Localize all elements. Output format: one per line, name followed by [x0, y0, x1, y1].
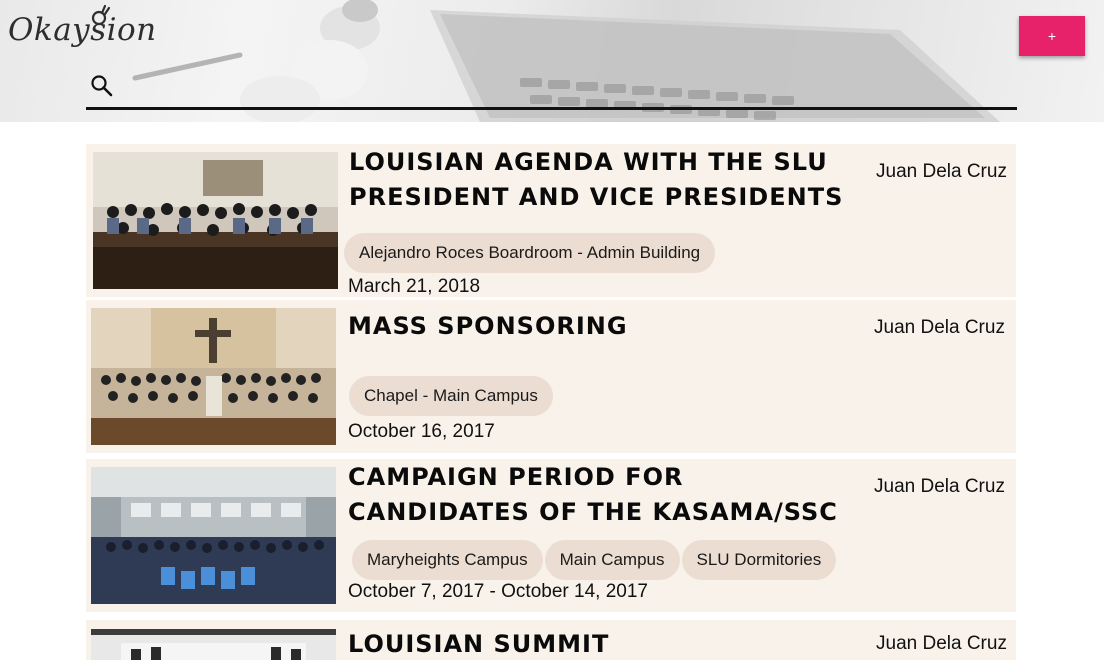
venue-tag[interactable]: Main Campus: [544, 540, 680, 580]
event-date: October 16, 2017: [348, 421, 495, 442]
event-card[interactable]: Campaign Period for Candidates of the KA…: [86, 459, 1016, 612]
event-author: Juan Dela Cruz: [876, 633, 1007, 654]
event-photo: [91, 467, 336, 604]
ok-hand-icon: [91, 4, 111, 26]
event-author: Juan Dela Cruz: [874, 476, 1005, 497]
event-title[interactable]: Louisian Summit: [348, 627, 868, 660]
venue-tag[interactable]: Maryheights Campus: [352, 540, 543, 580]
add-event-button[interactable]: +: [1019, 16, 1085, 56]
event-card[interactable]: Louisian Summit Juan Dela Cruz: [86, 620, 1016, 660]
event-title[interactable]: Campaign Period for Candidates of the KA…: [348, 460, 868, 530]
venue-tags: Chapel - Main Campus: [349, 376, 555, 416]
event-author: Juan Dela Cruz: [876, 161, 1007, 182]
event-photo: [91, 308, 336, 445]
venue-tag[interactable]: Chapel - Main Campus: [349, 376, 553, 416]
event-photo: [91, 629, 336, 660]
search-input[interactable]: [122, 70, 1002, 104]
event-card[interactable]: Louisian Agenda with the SLU President a…: [86, 144, 1016, 297]
event-date: March 21, 2018: [348, 276, 481, 297]
event-author: Juan Dela Cruz: [874, 317, 1005, 338]
venue-tag[interactable]: SLU Dormitories: [681, 540, 837, 580]
event-title[interactable]: Mass Sponsoring: [348, 309, 868, 344]
brand-logo[interactable]: Okaysion: [8, 12, 157, 48]
header-banner: Okaysion +: [0, 0, 1104, 122]
venue-tags: Maryheights Campus Main Campus SLU Dormi…: [352, 540, 838, 580]
venue-tag[interactable]: Alejandro Roces Boardroom - Admin Buildi…: [344, 233, 716, 273]
brand-name: Okaysion: [8, 12, 157, 48]
event-card[interactable]: Mass Sponsoring Juan Dela Cruz Chapel - …: [86, 300, 1016, 453]
event-photo: [93, 152, 338, 289]
search-bar: [86, 66, 1017, 110]
search-icon[interactable]: [90, 74, 114, 98]
venue-tags: Alejandro Roces Boardroom - Admin Buildi…: [344, 233, 717, 273]
event-date: October 7, 2017 - October 14, 2017: [348, 581, 648, 602]
event-title[interactable]: Louisian Agenda with the SLU President a…: [349, 145, 869, 215]
